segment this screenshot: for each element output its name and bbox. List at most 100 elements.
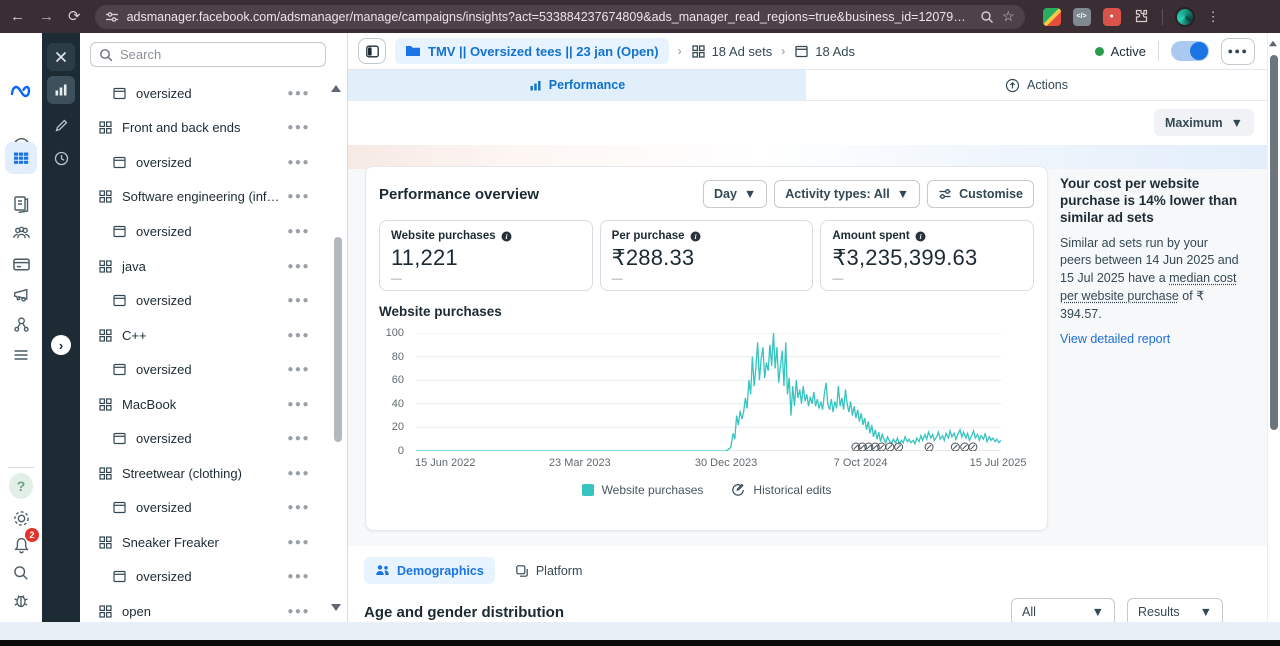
row-options-icon[interactable]: ●●●	[287, 433, 310, 444]
page-scrollbar-thumb[interactable]	[1270, 55, 1278, 430]
events-manager-icon[interactable]	[9, 312, 33, 336]
breadcrumb-adsets[interactable]: 18 Ad sets	[691, 44, 773, 59]
campaign-row[interactable]: Software engineering (information t... ●…	[80, 180, 328, 215]
rail-search-icon[interactable]	[9, 561, 33, 585]
breadcrumb-campaign[interactable]: TMV || Oversized tees || 23 jan (Open)	[395, 38, 669, 64]
insights-content: Performance overview Day▼ Activity types…	[348, 145, 1267, 622]
charts-panel-icon[interactable]	[47, 76, 75, 104]
photo-extension-icon[interactable]	[1043, 8, 1061, 26]
row-options-icon[interactable]: ●●●	[287, 122, 310, 133]
history-panel-icon[interactable]	[47, 144, 75, 172]
day-dropdown[interactable]: Day▼	[703, 180, 767, 208]
tab-demographics[interactable]: Demographics	[364, 557, 495, 584]
tree-search-box[interactable]	[90, 42, 326, 67]
breakdown-filter-dropdown[interactable]: All▼	[1011, 598, 1115, 622]
settings-gear-icon[interactable]	[9, 506, 33, 530]
report-bug-icon[interactable]	[9, 588, 33, 612]
search-input[interactable]	[120, 47, 317, 62]
activity-types-dropdown[interactable]: Activity types: All▼	[774, 180, 920, 208]
ad-row[interactable]: oversized ●●●	[80, 560, 328, 595]
footer-strip	[0, 622, 1280, 640]
campaign-row[interactable]: Front and back ends ●●●	[80, 111, 328, 146]
close-panel-icon[interactable]	[47, 43, 75, 71]
all-tools-menu-icon[interactable]	[9, 343, 33, 367]
row-options-icon[interactable]: ●●●	[287, 606, 310, 617]
search-url-icon[interactable]	[980, 10, 994, 24]
ad-row[interactable]: oversized ●●●	[80, 491, 328, 526]
campaign-row[interactable]: Streetwear (clothing) ●●●	[80, 456, 328, 491]
ad-page-icon	[112, 431, 127, 446]
row-options-icon[interactable]: ●●●	[287, 88, 310, 99]
row-options-icon[interactable]: ●●●	[287, 261, 310, 272]
info-icon[interactable]: i	[690, 231, 701, 242]
bookmark-star-icon[interactable]: ☆	[1002, 8, 1015, 25]
meta-logo[interactable]	[9, 79, 33, 103]
row-options-icon[interactable]: ●●●	[287, 330, 310, 341]
campaign-grid-icon	[98, 120, 113, 135]
row-options-icon[interactable]: ●●●	[287, 571, 310, 582]
address-bar[interactable]: adsmanager.facebook.com/adsmanager/manag…	[95, 5, 1025, 29]
browser-profile-avatar[interactable]	[1175, 7, 1195, 27]
info-icon[interactable]: i	[915, 231, 926, 242]
tab-platform[interactable]: Platform	[515, 564, 583, 578]
site-settings-icon[interactable]	[105, 10, 119, 24]
row-options-icon[interactable]: ●●●	[287, 537, 310, 548]
row-options-icon[interactable]: ●●●	[287, 295, 310, 306]
ad-row[interactable]: oversized ●●●	[80, 214, 328, 249]
info-icon[interactable]: i	[501, 231, 512, 242]
ad-row[interactable]: oversized ●●●	[80, 145, 328, 180]
browser-reload-icon[interactable]: ⟳	[68, 9, 81, 24]
row-options-icon[interactable]: ●●●	[287, 468, 310, 479]
insight-headline: Your cost per website purchase is 14% lo…	[1060, 176, 1242, 227]
browser-back-icon[interactable]: ←	[10, 9, 25, 24]
campaign-row[interactable]: C++ ●●●	[80, 318, 328, 353]
toggle-sidebar-button[interactable]	[358, 38, 386, 64]
breadcrumb-ads[interactable]: 18 Ads	[794, 44, 855, 59]
active-toggle[interactable]	[1171, 41, 1209, 61]
campaign-row[interactable]: java ●●●	[80, 249, 328, 284]
metric-mode-dropdown[interactable]: Maximum▼	[1154, 109, 1254, 136]
campaign-row[interactable]: Sneaker Freaker ●●●	[80, 525, 328, 560]
campaigns-icon[interactable]	[9, 146, 33, 170]
notifications-bell-icon[interactable]: 2	[9, 533, 33, 557]
red-extension-icon[interactable]: ●	[1103, 8, 1121, 26]
chrome-menu-icon[interactable]: ⋮	[1207, 10, 1220, 23]
ad-page-icon	[112, 569, 127, 584]
list-scroll-up-arrow[interactable]	[331, 85, 341, 92]
expand-panel-icon[interactable]: ›	[51, 335, 71, 355]
tab-actions[interactable]: Actions	[806, 70, 1267, 100]
puzzle-extensions-icon[interactable]	[1133, 8, 1150, 25]
row-options-icon[interactable]: ●●●	[287, 191, 310, 202]
edit-panel-icon[interactable]	[47, 111, 75, 139]
campaign-row[interactable]: MacBook ●●●	[80, 387, 328, 422]
ad-row[interactable]: oversized ●●●	[80, 76, 328, 111]
browser-forward-icon[interactable]: →	[39, 9, 54, 24]
breakdown-metric-dropdown[interactable]: Results▼	[1127, 598, 1223, 622]
ads-reporting-icon[interactable]	[9, 191, 33, 215]
list-scrollbar-thumb[interactable]	[334, 237, 342, 442]
audiences-icon[interactable]	[9, 220, 33, 244]
page-scrollbar[interactable]	[1267, 33, 1280, 622]
code-extension-icon[interactable]: </>	[1073, 8, 1091, 26]
list-scroll-down-arrow[interactable]	[331, 604, 341, 611]
row-options-icon[interactable]: ●●●	[287, 157, 310, 168]
x-tick-label: 15 Jul 2025	[970, 457, 1027, 469]
metric-sub: —	[832, 273, 1022, 285]
tab-performance[interactable]: Performance	[348, 70, 806, 100]
billing-icon[interactable]	[9, 252, 33, 276]
row-options-icon[interactable]: ●●●	[287, 399, 310, 410]
advertising-settings-icon[interactable]	[9, 282, 33, 306]
ad-row[interactable]: oversized ●●●	[80, 352, 328, 387]
row-options-icon[interactable]: ●●●	[287, 502, 310, 513]
ad-row[interactable]: oversized ●●●	[80, 283, 328, 318]
page-scroll-up-arrow[interactable]	[1269, 41, 1277, 47]
row-options-icon[interactable]: ●●●	[287, 364, 310, 375]
more-options-button[interactable]: ●●●	[1221, 38, 1255, 65]
view-detailed-report-link[interactable]: View detailed report	[1060, 332, 1170, 346]
row-options-icon[interactable]: ●●●	[287, 226, 310, 237]
help-icon[interactable]: ?	[9, 474, 33, 498]
ad-row[interactable]: oversized ●●●	[80, 421, 328, 456]
ad-page-icon	[112, 362, 127, 377]
customise-button[interactable]: Customise	[927, 180, 1034, 208]
metric-sub: —	[391, 273, 581, 285]
